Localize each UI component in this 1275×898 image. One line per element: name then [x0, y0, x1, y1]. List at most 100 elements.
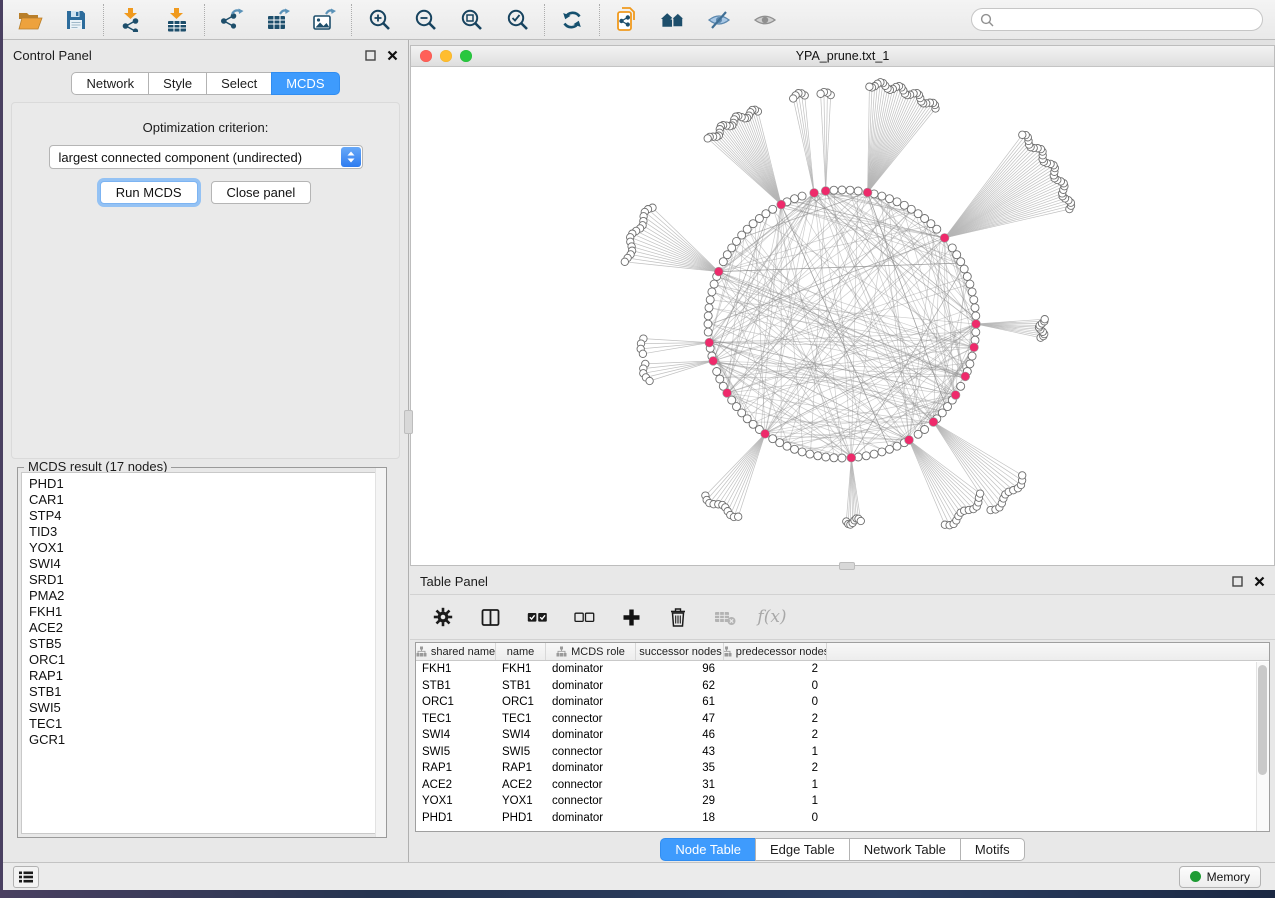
column-header-name[interactable]: name: [496, 643, 546, 660]
table-scrollbar-thumb[interactable]: [1258, 665, 1267, 775]
table-row[interactable]: SWI4SWI4dominator462: [416, 727, 1269, 744]
export-table-icon: [266, 8, 290, 32]
tab-mcds[interactable]: MCDS: [271, 72, 339, 95]
mcds-result-item[interactable]: STB5: [29, 636, 382, 652]
zoom-fit-button[interactable]: [458, 7, 484, 33]
mcds-result-item[interactable]: STP4: [29, 508, 382, 524]
mcds-result-item[interactable]: TEC1: [29, 716, 382, 732]
apply-style-button[interactable]: [614, 7, 640, 33]
mcds-result-item[interactable]: TID3: [29, 524, 382, 540]
float-window-icon[interactable]: [1232, 576, 1243, 587]
tab-motifs[interactable]: Motifs: [960, 838, 1025, 861]
show-all-button[interactable]: [752, 7, 778, 33]
tab-style[interactable]: Style: [148, 72, 207, 95]
mcds-result-item[interactable]: ACE2: [29, 620, 382, 636]
export-network-icon: [220, 8, 244, 32]
function-builder-button[interactable]: f(x): [759, 604, 785, 630]
table-cell: 18: [636, 810, 724, 827]
table-row[interactable]: RAP1RAP1dominator352: [416, 760, 1269, 777]
search-field[interactable]: [971, 8, 1263, 31]
first-neighbors-button[interactable]: [660, 7, 686, 33]
mcds-result-item[interactable]: RAP1: [29, 668, 382, 684]
mcds-result-item[interactable]: CAR1: [29, 492, 382, 508]
delete-table-button[interactable]: [712, 604, 738, 630]
tab-select[interactable]: Select: [206, 72, 272, 95]
column-label: successor nodes: [639, 646, 722, 658]
column-header-shared-name[interactable]: shared name: [416, 643, 496, 660]
mcds-result-item[interactable]: PMA2: [29, 588, 382, 604]
mcds-result-item[interactable]: GCR1: [29, 732, 382, 748]
table-row[interactable]: TEC1TEC1connector472: [416, 711, 1269, 728]
column-header-predecessor-nodes[interactable]: predecessor nodes: [724, 643, 827, 660]
hide-selected-button[interactable]: [706, 7, 732, 33]
table-scrollbar[interactable]: [1256, 662, 1269, 831]
criterion-dropdown[interactable]: largest connected component (undirected): [49, 145, 363, 169]
column-header-empty: [827, 643, 1269, 660]
task-list-button[interactable]: [13, 866, 39, 888]
mcds-result-item[interactable]: SWI4: [29, 556, 382, 572]
table-row[interactable]: YOX1YOX1connector291: [416, 793, 1269, 810]
tab-network[interactable]: Network: [71, 72, 149, 95]
horizontal-splitter-handle[interactable]: [839, 562, 855, 570]
save-session-button[interactable]: [63, 7, 89, 33]
table-row[interactable]: FKH1FKH1dominator962: [416, 661, 1269, 678]
export-table-button[interactable]: [265, 7, 291, 33]
table-panel-title: Table Panel: [420, 574, 488, 589]
mcds-result-item[interactable]: SRD1: [29, 572, 382, 588]
table-cell: dominator: [546, 678, 636, 695]
column-label: name: [507, 646, 535, 658]
import-table-button[interactable]: [164, 7, 190, 33]
table-row[interactable]: SWI5SWI5connector431: [416, 744, 1269, 761]
table-cell: dominator: [546, 727, 636, 744]
add-column-button[interactable]: [618, 604, 644, 630]
network-view-window: YPA_prune.txt_1: [410, 45, 1275, 566]
memory-button[interactable]: Memory: [1179, 866, 1261, 888]
tab-edge-table[interactable]: Edge Table: [755, 838, 850, 861]
close-panel-icon[interactable]: [1254, 576, 1265, 587]
zoom-out-button[interactable]: [412, 7, 438, 33]
run-mcds-button[interactable]: Run MCDS: [100, 181, 198, 204]
mcds-result-list[interactable]: PHD1CAR1STP4TID3YOX1SWI4SRD1PMA2FKH1ACE2…: [21, 472, 383, 834]
zoom-selected-button[interactable]: [504, 7, 530, 33]
mcds-result-item[interactable]: PHD1: [29, 476, 382, 492]
table-row[interactable]: ORC1ORC1dominator610: [416, 694, 1269, 711]
vertical-splitter-handle[interactable]: [404, 410, 413, 434]
mcds-result-item[interactable]: ORC1: [29, 652, 382, 668]
refresh-button[interactable]: [559, 7, 585, 33]
mcds-result-item[interactable]: SWI5: [29, 700, 382, 716]
column-header-successor-nodes[interactable]: successor nodes: [636, 643, 724, 660]
table-toolbar: f(x): [410, 594, 1275, 640]
close-panel-icon[interactable]: [387, 50, 398, 61]
mcds-list-scrollbar[interactable]: [375, 468, 386, 837]
table-settings-button[interactable]: [430, 604, 456, 630]
table-cell: 2: [724, 760, 827, 777]
dropdown-stepper-icon: [341, 147, 361, 167]
table-cell: ACE2: [416, 777, 496, 794]
delete-column-button[interactable]: [665, 604, 691, 630]
mcds-result-item[interactable]: FKH1: [29, 604, 382, 620]
float-window-icon[interactable]: [365, 50, 376, 61]
search-input[interactable]: [999, 13, 1254, 27]
tab-network-table[interactable]: Network Table: [849, 838, 961, 861]
mcds-result-group: MCDS result (17 nodes) PHD1CAR1STP4TID3Y…: [17, 467, 387, 838]
mcds-result-item[interactable]: STB1: [29, 684, 382, 700]
select-all-button[interactable]: [524, 604, 550, 630]
column-header-mcds-role[interactable]: MCDS role: [546, 643, 636, 660]
deselect-all-button[interactable]: [571, 604, 597, 630]
show-columns-button[interactable]: [477, 604, 503, 630]
table-row[interactable]: ACE2ACE2connector311: [416, 777, 1269, 794]
network-canvas[interactable]: [411, 67, 1274, 565]
table-row[interactable]: PHD1PHD1dominator180: [416, 810, 1269, 827]
tab-node-table[interactable]: Node Table: [660, 838, 756, 861]
network-titlebar[interactable]: YPA_prune.txt_1: [411, 46, 1274, 67]
export-image-button[interactable]: [311, 7, 337, 33]
table-row[interactable]: STB1STB1dominator620: [416, 678, 1269, 695]
open-file-button[interactable]: [17, 7, 43, 33]
close-panel-button[interactable]: Close panel: [211, 181, 312, 204]
import-network-button[interactable]: [118, 7, 144, 33]
search-icon: [980, 13, 994, 27]
zoom-in-button[interactable]: [366, 7, 392, 33]
delete-table-icon: [714, 609, 736, 626]
export-network-button[interactable]: [219, 7, 245, 33]
mcds-result-item[interactable]: YOX1: [29, 540, 382, 556]
